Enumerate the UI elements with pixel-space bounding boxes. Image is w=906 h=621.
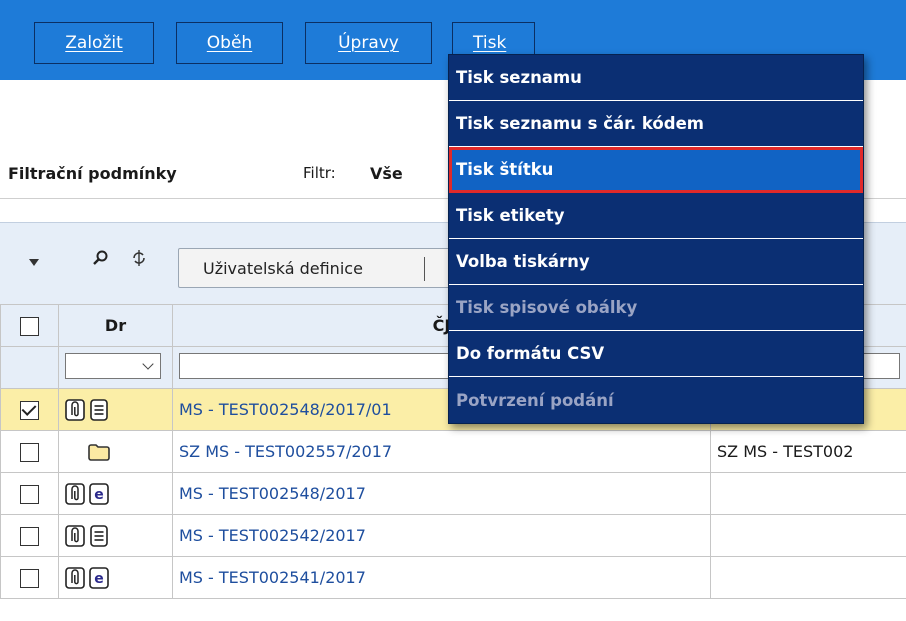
clip-icon <box>65 482 85 505</box>
search-icon[interactable] <box>92 249 110 271</box>
refresh-icon[interactable] <box>130 249 148 271</box>
row-checkbox[interactable] <box>20 526 39 546</box>
tisk-dropdown-menu: Tisk seznamu Tisk seznamu s čár. kódem T… <box>448 54 864 424</box>
filter-conditions-label[interactable]: Filtrační podmínky <box>8 164 177 183</box>
menu-item-tisk-stitku[interactable]: Tisk štítku <box>449 147 863 193</box>
filter-cell-empty <box>0 346 59 389</box>
row-checkbox[interactable] <box>20 442 39 462</box>
filter-key: Filtr: <box>303 164 336 182</box>
column-header-dr[interactable]: Dr <box>58 304 173 347</box>
zalozit-label: Založit <box>65 33 123 53</box>
zalozit-button[interactable]: Založit <box>34 22 154 64</box>
e-icon: e <box>89 566 109 589</box>
user-definition-label: Uživatelská definice <box>203 258 363 278</box>
svg-text:e: e <box>94 487 104 503</box>
row-cj[interactable]: SZ MS - TEST002557/2017 <box>172 430 711 473</box>
menu-item-tisk-etikety[interactable]: Tisk etikety <box>449 193 863 239</box>
upravy-button[interactable]: Úpravy <box>305 22 432 64</box>
table-row[interactable]: SZ MS - TEST002557/2017 SZ MS - TEST002 <box>0 430 906 473</box>
row-extra <box>710 472 906 515</box>
menu-item-potvrzeni-podani: Potvrzení podání <box>456 390 614 410</box>
svg-text:e: e <box>94 571 104 587</box>
row-checkbox[interactable] <box>20 568 39 588</box>
dr-filter-select[interactable] <box>65 352 161 379</box>
row-icons-cell <box>58 388 173 431</box>
user-definition-dropdown[interactable]: Uživatelská definice <box>178 248 456 288</box>
collapse-triangle-icon[interactable] <box>28 253 40 272</box>
obeh-label: Oběh <box>206 33 253 53</box>
filter-value: Vše <box>370 163 403 183</box>
clip-icon <box>65 524 85 547</box>
row-checkbox-cell <box>0 514 59 557</box>
menu-item-volba-tiskarny[interactable]: Volba tiskárny <box>449 239 863 285</box>
document-icon <box>90 524 108 547</box>
table-row[interactable]: e MS - TEST002548/2017 <box>0 472 906 515</box>
row-extra <box>710 556 906 599</box>
user-definition-divider <box>424 257 425 281</box>
row-icons-cell: e <box>58 556 173 599</box>
row-cj[interactable]: MS - TEST002542/2017 <box>172 514 711 557</box>
clip-icon <box>65 398 85 421</box>
clip-icon <box>65 566 85 589</box>
select-all-cell[interactable] <box>0 304 59 347</box>
e-icon: e <box>89 482 109 505</box>
row-extra: SZ MS - TEST002 <box>710 430 906 473</box>
document-icon <box>90 398 108 421</box>
row-checkbox-cell <box>0 556 59 599</box>
row-icons-cell <box>58 430 173 473</box>
row-checkbox[interactable] <box>20 484 39 504</box>
select-all-checkbox[interactable] <box>20 316 39 336</box>
row-checkbox-cell <box>0 388 59 431</box>
menu-item-tisk-seznamu[interactable]: Tisk seznamu <box>449 55 863 101</box>
row-icons-cell: e <box>58 472 173 515</box>
upravy-label: Úpravy <box>338 33 399 53</box>
menu-item-tisk-spisove-obalky: Tisk spisové obálky <box>449 285 863 331</box>
row-cj[interactable]: MS - TEST002548/2017 <box>172 472 711 515</box>
row-cj[interactable]: MS - TEST002541/2017 <box>172 556 711 599</box>
menu-item-tisk-seznamu-s-car-kodem[interactable]: Tisk seznamu s čár. kódem <box>449 101 863 147</box>
filter-cell-dr <box>58 346 173 389</box>
menu-item-do-formatu-csv[interactable]: Do formátu CSV <box>449 331 863 377</box>
row-checkbox-cell <box>0 430 59 473</box>
table-row[interactable]: MS - TEST002542/2017 <box>0 514 906 557</box>
row-icons-cell <box>58 514 173 557</box>
folder-icon <box>88 443 110 461</box>
row-checkbox-cell <box>0 472 59 515</box>
obeh-button[interactable]: Oběh <box>176 22 283 64</box>
row-extra <box>710 514 906 557</box>
tisk-label: Tisk <box>473 33 507 53</box>
table-row[interactable]: e MS - TEST002541/2017 <box>0 556 906 599</box>
row-checkbox[interactable] <box>20 400 39 420</box>
